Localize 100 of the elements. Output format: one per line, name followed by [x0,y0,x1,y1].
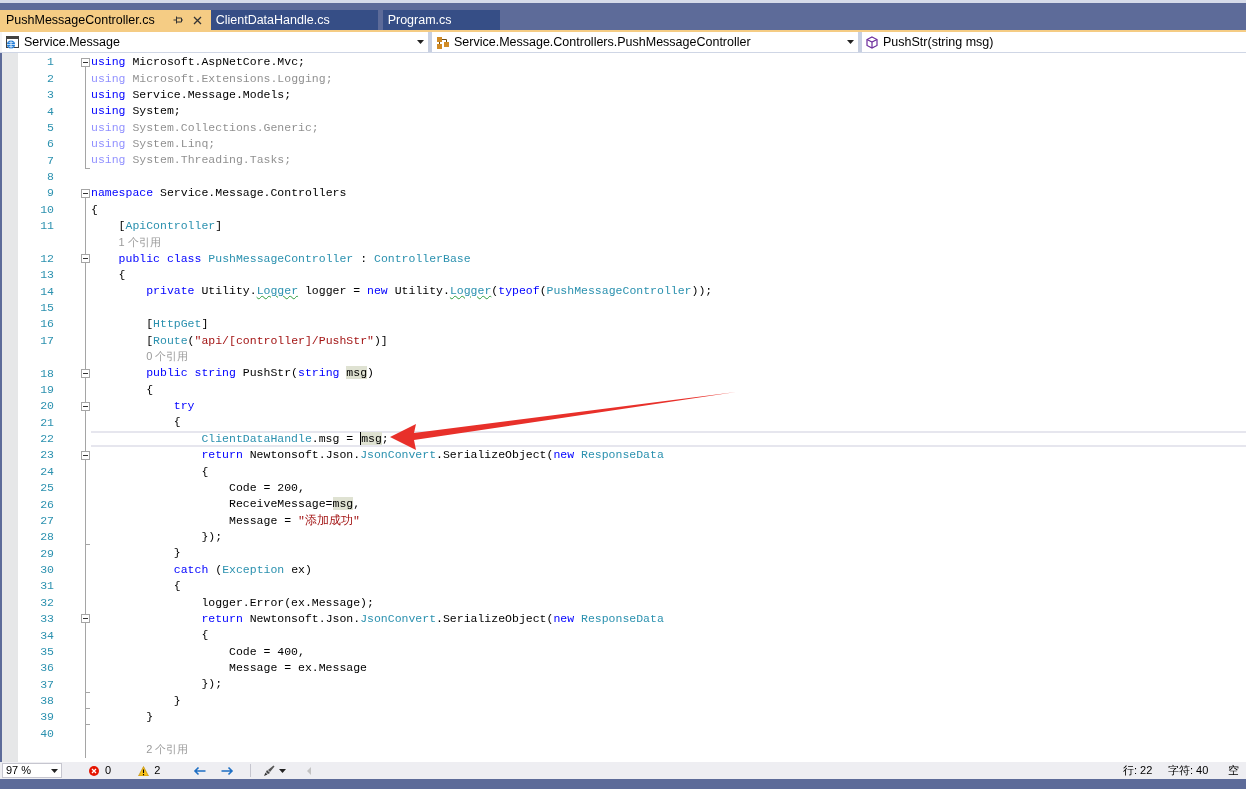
code-line: { [201,628,209,643]
cursor-column-indicator: 字符: 40 [1168,765,1210,776]
line-number: 13 [40,269,54,281]
line-number: 8 [47,171,54,183]
line-number: 11 [40,220,54,232]
collapse-icon[interactable] [81,450,90,460]
line-number: 17 [40,334,54,347]
line-number: 2 [47,72,54,85]
code-line: public class PushMessageController : ControllerBase [118,251,471,266]
line-number: 1 [47,56,54,68]
cube-icon [866,35,878,49]
code-line: using System; [91,104,181,119]
code-line: } [173,693,181,708]
code-line: using System.Linq; [91,137,216,152]
code-line: } [146,710,154,725]
warning-count-button[interactable]: 2 [138,762,161,779]
line-number: 40 [40,727,54,740]
navigation-dropdown[interactable]: Service.Message.Controllers.PushMessageController [432,32,858,52]
code-line: try [173,399,195,414]
line-number: 7 [47,154,54,167]
collapse-icon[interactable] [81,368,90,378]
line-number: 4 [47,105,54,118]
code-line: Code = 200, [229,480,305,495]
code-line: }); [201,530,223,545]
line-number: 32 [40,596,54,609]
line-number: 21 [40,416,54,429]
warning-icon [138,765,150,776]
cursor-line-indicator: 行: 22 [1123,765,1154,776]
code-line: logger.Error(ex.Message); [201,595,374,610]
line-number: 28 [40,531,54,543]
navigation-dropdown[interactable]: Service.Message [2,32,428,52]
code-line: using Service.Message.Models; [91,87,292,102]
line-number: 39 [40,711,54,723]
code-line: using Microsoft.Extensions.Logging; [91,71,333,86]
code-line: ReceiveMessage=msg, [229,497,361,512]
arrow-right-icon[interactable] [221,765,235,776]
collapse-icon[interactable] [81,401,90,411]
caret-icon[interactable] [417,40,424,44]
indent-mode-indicator: 空 [1228,765,1240,776]
code-line: Code = 400, [229,644,305,659]
line-number: 33 [40,613,54,625]
code-line: public string PushStr(string msg) [146,366,374,381]
navigation-dropdown[interactable]: PushStr(string msg) [862,32,1246,52]
code-line: [Route("api/[controller]/PushStr")] [146,333,388,348]
code-line: Message = ex.Message [229,661,368,676]
line-number: 19 [40,383,54,396]
zoom-dropdown[interactable]: 97 % [2,763,62,778]
line-number: 31 [40,580,54,592]
code-line: }); [201,677,223,692]
code-line: catch (Exception ex) [173,562,312,577]
line-number: 29 [40,547,54,560]
code-line: { [118,268,126,283]
pin-icon[interactable] [172,15,183,25]
collapse-icon[interactable] [81,254,90,264]
code-line: using System.Collections.Generic; [91,120,319,135]
caret-icon[interactable] [279,768,287,773]
code-line: using Microsoft.AspNetCore.Mvc; [91,55,305,70]
error-icon [89,765,99,776]
code-line: { [173,579,181,594]
code-line: private Utility.Logger logger = new Utility.Logger(typeof(PushMessageController)); [146,284,713,299]
line-number: 3 [47,89,54,101]
line-number: 9 [47,187,54,199]
line-number: 36 [40,662,54,674]
code-line: { [201,464,209,479]
code-line: using System.Threading.Tasks; [91,153,292,168]
line-number: 20 [40,400,54,412]
line-number: 23 [40,449,54,461]
close-icon[interactable] [192,15,202,25]
hierarchy-icon [436,35,449,49]
line-number: 22 [40,433,54,445]
code-line: { [173,415,181,430]
line-number: 27 [40,514,54,527]
caret-icon[interactable] [51,768,58,773]
brush-icon[interactable] [263,764,276,777]
line-number: 37 [40,678,54,691]
code-line: namespace Service.Message.Controllers [91,186,347,201]
line-number: 25 [40,482,54,494]
window-globe-icon [6,35,19,49]
code-line: [HttpGet] [146,317,209,332]
file-tab[interactable]: PushMessageController.cs [0,10,211,30]
caret-icon[interactable] [847,40,854,44]
file-tab[interactable]: Program.cs [382,10,500,30]
line-number: 18 [40,367,54,380]
line-number: 34 [40,629,54,642]
error-count-button[interactable]: 0 [89,762,112,779]
code-line: { [146,382,154,397]
file-tab[interactable]: ClientDataHandle.cs [210,10,378,30]
code-line: [ApiController] [118,218,223,233]
line-number: 6 [47,138,54,150]
line-number: 5 [47,121,54,134]
line-number: 12 [40,252,54,265]
line-number: 38 [40,695,54,707]
collapse-icon[interactable] [81,188,90,198]
arrow-left-icon[interactable] [193,765,207,776]
line-number: 26 [40,498,54,511]
line-number: 30 [40,564,54,576]
collapse-icon[interactable] [81,614,90,624]
collapse-icon[interactable] [81,57,90,67]
line-number: 16 [40,318,54,330]
line-number: 15 [40,302,54,314]
